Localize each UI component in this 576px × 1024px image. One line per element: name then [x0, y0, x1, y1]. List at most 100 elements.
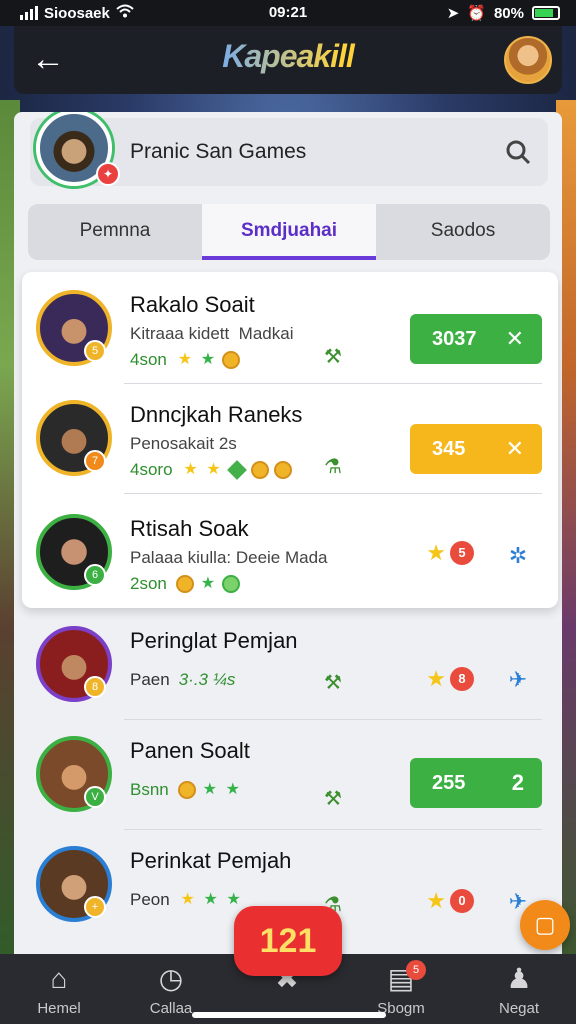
player-name: Rakalo Soait [130, 292, 255, 317]
rank-number: 0 [450, 889, 474, 913]
tab-saodos[interactable]: Saodos [376, 204, 550, 260]
star-icon: ★ [203, 891, 218, 908]
tab-pemnna[interactable]: Pemnna [28, 204, 202, 260]
level-badge-icon: 8 [84, 676, 106, 698]
clock-icon: ◷ [158, 963, 184, 994]
player-subtitle: Bsnn [130, 780, 169, 799]
score-button[interactable]: 255 2 [410, 758, 542, 808]
star-icon: ★ [426, 666, 446, 691]
profile-card[interactable]: ✦ Pranic San Games [30, 112, 548, 186]
level-badge-icon: + [84, 896, 106, 918]
star-icon: ★ [202, 781, 217, 798]
star-icon: ★ [426, 540, 446, 565]
player-count: 2son [130, 574, 167, 593]
home-indicator [192, 1012, 386, 1018]
app-title: Kapeakill [14, 38, 562, 75]
profile-name: Pranic San Games [130, 140, 307, 163]
star-icon: ★ [183, 461, 198, 478]
star-icon: ★ [180, 891, 195, 908]
location-icon: ➤ [446, 5, 460, 22]
tab-bar: Pemnna Smdjuahai Saodos [28, 204, 550, 260]
home-icon: ⌂ [50, 963, 68, 994]
search-icon[interactable] [504, 138, 532, 166]
nav-sbogm[interactable]: ▤ 5 Sbogm [356, 960, 446, 1017]
player-count: 4soro [130, 460, 173, 479]
divider [124, 493, 542, 494]
bell-icon: ♟ [506, 963, 532, 994]
list-item[interactable]: 5 Rakalo Soait Kitraaa kidett Madkai 4so… [14, 274, 562, 384]
player-meta: 4son ★ ★ [130, 350, 240, 370]
score-value: 345 [432, 437, 466, 460]
player-meta: 4soro ★ ★ [130, 460, 292, 480]
player-subtitle: Paen [130, 670, 170, 689]
list-item[interactable]: 6 Rtisah Soak Palaaa kiulla: Deeie Mada … [14, 498, 562, 608]
player-name: Panen Soalt [130, 738, 250, 763]
list-item[interactable]: 7 Dnncjkah Raneks Penosakait 2s 4soro ★ … [14, 384, 562, 494]
chat-icon: ▢ [534, 912, 556, 937]
chat-fab-button[interactable]: ▢ [520, 900, 570, 950]
player-subtitle: Kitraaa kidett Madkai [130, 324, 294, 343]
alarm-icon: ⏰ [467, 5, 486, 22]
star-icon: ★ [225, 781, 240, 798]
nav-callaa[interactable]: ◷ Callaa [126, 962, 216, 1017]
nav-negat[interactable]: ♟ Negat [474, 962, 564, 1017]
player-subtitle: Peon [130, 890, 170, 909]
player-meta: Peon ★ ★ ★ [130, 890, 243, 910]
coin-icon [175, 575, 194, 593]
level-badge-icon: V [84, 786, 106, 808]
coin-icon [221, 575, 240, 593]
star-icon: ★ [200, 575, 216, 592]
close-icon: ✕ [505, 326, 524, 351]
share-icon[interactable]: ✈ [504, 666, 532, 694]
star-icon: ★ [206, 461, 221, 478]
status-bar: Sioosaek 09:21 ➤ ⏰ 80% [0, 0, 576, 26]
player-name: Perinkat Pemjah [130, 848, 292, 873]
star-icon: ★ [226, 891, 241, 908]
level-badge-icon: 7 [84, 450, 106, 472]
score-button[interactable]: 3037 ✕ [410, 314, 542, 364]
notification-badge: 5 [406, 960, 426, 980]
user-avatar[interactable] [504, 36, 552, 84]
player-subtitle: Palaaa kiulla: Deeie Mada [130, 548, 328, 567]
main-panel: ✦ Pranic San Games Pemnna Smdjuahai Saod… [14, 112, 562, 1024]
close-icon: ✕ [505, 436, 524, 461]
coin-icon [273, 461, 292, 479]
tab-smdjuahai[interactable]: Smdjuahai [202, 204, 376, 260]
profile-badge-icon: ✦ [96, 162, 120, 186]
rank-indicator: ★ 8 [426, 666, 474, 692]
list-item[interactable]: V Panen Soalt Bsnn ★ ★ ⚒ 255 2 [14, 720, 562, 830]
player-name: Peringlat Pemjan [130, 628, 298, 653]
player-count: 4son [130, 350, 167, 369]
potion-icon: ⚗ [324, 456, 342, 478]
rank-indicator: ★ 5 [426, 540, 474, 566]
score-button[interactable]: 345 ✕ [410, 424, 542, 474]
rank-number: 8 [450, 667, 474, 691]
player-meta: 2son ★ [130, 574, 240, 594]
gem-icon [226, 460, 247, 480]
star-icon: ★ [177, 351, 193, 368]
battery-label: 80% [493, 4, 524, 22]
share-icon[interactable]: ✲ [504, 542, 532, 570]
nav-home[interactable]: ⌂ Hemel [14, 962, 104, 1017]
player-meta: Bsnn ★ ★ [130, 780, 242, 800]
player-name: Rtisah Soak [130, 516, 249, 541]
player-name: Dnncjkah Raneks [130, 402, 303, 427]
hammer-icon: ⚒ [324, 672, 342, 694]
star-icon: ★ [200, 351, 216, 368]
coin-icon [250, 461, 269, 479]
player-meta: Paen 3·.3 ¼s [130, 670, 239, 690]
score-value: 255 [432, 771, 466, 794]
nav-label: Negat [498, 1000, 540, 1017]
star-icon: ★ [426, 888, 446, 913]
hammer-icon: ⚒ [324, 788, 342, 810]
rank-indicator: ★ 0 [426, 888, 474, 914]
hammer-icon: ⚒ [324, 346, 342, 368]
action-value: 2 [511, 770, 524, 795]
app-header: ← Kapeakill [14, 26, 562, 94]
nav-label: Hemel [37, 1000, 81, 1017]
level-badge-icon: 6 [84, 564, 106, 586]
coin-icon [221, 351, 240, 369]
list-item[interactable]: 8 Peringlat Pemjan Paen 3·.3 ¼s ⚒ ★ 8 ✈ [14, 610, 562, 720]
level-badge-icon: 5 [84, 340, 106, 362]
center-count-badge[interactable]: 121 [234, 906, 342, 976]
